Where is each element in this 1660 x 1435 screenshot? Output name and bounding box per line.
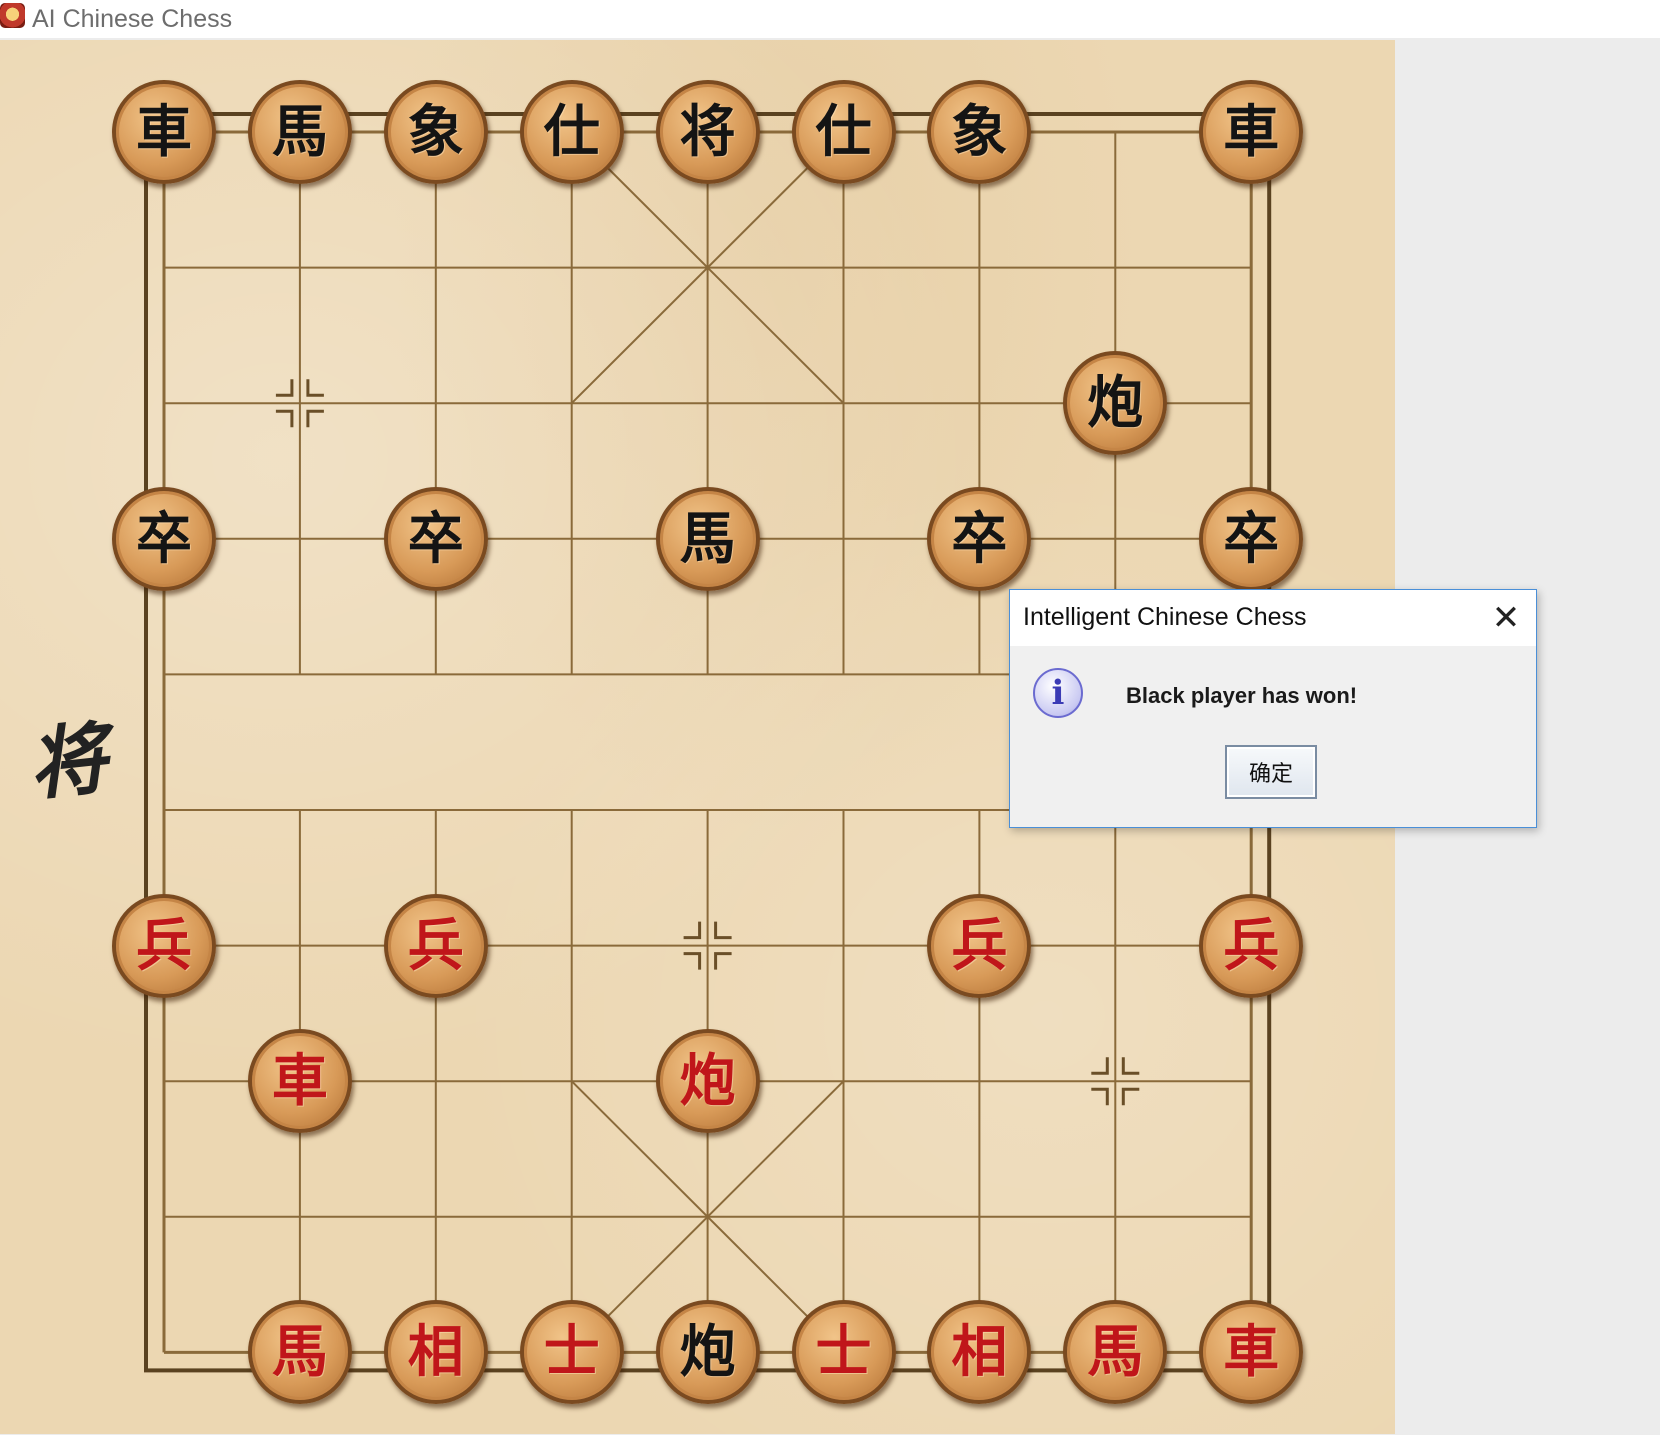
position-marker <box>275 409 294 428</box>
red-piece[interactable]: 士 <box>791 1300 896 1405</box>
piece-label: 相 <box>951 1319 1008 1386</box>
position-marker <box>1091 1057 1109 1075</box>
piece-label: 象 <box>951 99 1008 165</box>
red-piece[interactable]: 馬 <box>1063 1300 1168 1405</box>
piece-label: 兵 <box>1223 912 1280 979</box>
piece-label: 馬 <box>679 505 736 572</box>
black-piece[interactable]: 炮 <box>1063 351 1168 456</box>
black-piece[interactable]: 炮 <box>655 1300 760 1405</box>
black-piece[interactable]: 卒 <box>383 486 488 591</box>
dialog-header: Intelligent Chinese Chess ✕ <box>1010 590 1536 646</box>
piece-label: 炮 <box>1087 370 1144 437</box>
piece-label: 車 <box>271 1048 328 1115</box>
title-bar: AI Chinese Chess <box>0 0 1660 38</box>
position-marker <box>306 409 324 428</box>
red-piece[interactable]: 馬 <box>247 1300 352 1405</box>
black-piece[interactable]: 車 <box>1199 80 1304 184</box>
black-piece[interactable]: 仕 <box>519 80 624 184</box>
black-piece[interactable]: 卒 <box>927 486 1032 591</box>
position-marker <box>1121 1057 1140 1075</box>
piece-label: 仕 <box>815 99 872 165</box>
position-marker <box>275 379 294 397</box>
red-piece[interactable]: 兵 <box>1199 893 1304 998</box>
piece-label: 馬 <box>1087 1319 1144 1386</box>
piece-label: 卒 <box>407 505 464 572</box>
red-piece[interactable]: 車 <box>1199 1300 1304 1405</box>
piece-label: 兵 <box>951 912 1008 979</box>
piece-label: 士 <box>543 1319 600 1386</box>
black-piece[interactable]: 卒 <box>112 486 216 591</box>
position-marker <box>714 952 732 970</box>
piece-label: 将 <box>679 99 736 165</box>
window-title: AI Chinese Chess <box>32 5 233 33</box>
piece-label: 馬 <box>271 1319 328 1386</box>
piece-label: 車 <box>1223 1319 1280 1386</box>
piece-label: 仕 <box>543 99 600 165</box>
piece-label: 士 <box>815 1319 872 1386</box>
red-piece[interactable]: 相 <box>383 1300 488 1405</box>
black-piece[interactable]: 象 <box>927 80 1032 184</box>
piece-label: 卒 <box>1223 505 1280 572</box>
black-piece[interactable]: 馬 <box>247 80 352 184</box>
dialog-title: Intelligent Chinese Chess <box>1023 603 1307 631</box>
black-piece[interactable]: 卒 <box>1199 486 1304 591</box>
red-piece[interactable]: 兵 <box>112 893 216 998</box>
piece-label: 兵 <box>136 912 192 979</box>
position-marker <box>306 379 324 397</box>
red-piece[interactable]: 兵 <box>383 893 488 998</box>
chess-app-icon <box>0 3 25 28</box>
black-piece[interactable]: 車 <box>112 80 216 184</box>
piece-label: 炮 <box>679 1048 736 1115</box>
piece-label: 馬 <box>271 99 328 165</box>
piece-label: 兵 <box>407 912 464 979</box>
current-side-label: 将 <box>24 713 112 812</box>
black-piece[interactable]: 将 <box>655 80 760 184</box>
info-icon: i <box>1033 668 1083 718</box>
piece-label: 車 <box>136 99 192 165</box>
message-dialog: Intelligent Chinese Chess ✕ i Black play… <box>1009 589 1537 828</box>
piece-label: 車 <box>1223 99 1280 165</box>
red-piece[interactable]: 車 <box>247 1029 352 1134</box>
position-marker <box>683 952 702 970</box>
black-piece[interactable]: 象 <box>383 80 488 184</box>
black-piece[interactable]: 仕 <box>791 80 896 184</box>
red-piece[interactable]: 兵 <box>927 893 1032 998</box>
piece-label: 炮 <box>679 1319 736 1386</box>
red-piece[interactable]: 炮 <box>655 1029 760 1134</box>
piece-label: 卒 <box>951 505 1008 572</box>
close-icon[interactable]: ✕ <box>1486 598 1526 638</box>
position-marker <box>683 921 702 940</box>
position-marker <box>1121 1087 1140 1106</box>
position-marker <box>1091 1087 1109 1106</box>
position-marker <box>714 921 732 940</box>
piece-label: 卒 <box>136 505 192 572</box>
ok-button[interactable]: 确定 <box>1225 745 1317 799</box>
dialog-message: Black player has won! <box>1126 683 1358 708</box>
piece-label: 象 <box>407 99 464 165</box>
red-piece[interactable]: 士 <box>519 1300 624 1405</box>
black-piece[interactable]: 馬 <box>655 486 760 591</box>
piece-label: 相 <box>407 1319 464 1386</box>
